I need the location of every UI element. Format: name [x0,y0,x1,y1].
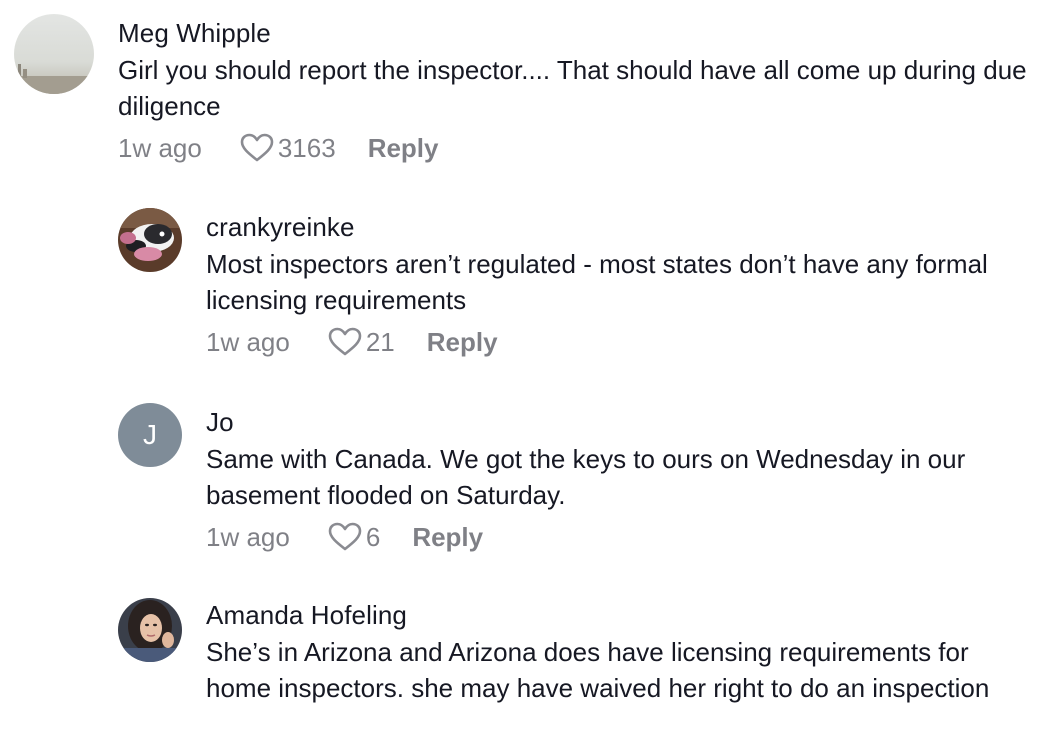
avatar[interactable]: J [118,403,182,467]
heart-outline-icon [328,327,362,356]
like-button[interactable]: 3163 [240,133,336,164]
comment-body: crankyreinke Most inspectors aren’t regu… [206,212,1034,362]
avatar[interactable] [118,208,182,272]
comment-text: She’s in Arizona and Arizona does have l… [206,637,990,703]
like-count: 21 [365,326,395,357]
comment-body: Amanda Hofeling She’s in Arizona and Ari… [206,600,1034,706]
reply-button[interactable]: Reply [412,522,483,553]
avatar-initial: J [143,419,157,450]
comment-text: Most inspectors aren’t regulated - most … [206,249,988,315]
comment-author[interactable]: Amanda Hofeling [206,600,1034,630]
comment-text: Same with Canada. We got the keys to our… [206,444,966,510]
comment-time: 1w ago [118,132,202,163]
heart-outline-icon [240,133,274,162]
like-button[interactable]: 6 [328,522,380,553]
comment-text: Girl you should report the inspector....… [118,55,1027,121]
comment-author[interactable]: Jo [206,407,1034,437]
comment-time: 1w ago [206,521,290,552]
comment-author[interactable]: crankyreinke [206,212,1034,242]
comment-body: Meg Whipple Girl you should report the i… [118,18,1034,168]
heart-outline-icon [328,522,362,551]
avatar[interactable] [118,598,182,662]
comment-time: 1w ago [206,326,290,357]
comment-body: Jo Same with Canada. We got the keys to … [206,407,1034,557]
like-count: 6 [365,521,381,552]
like-button[interactable]: 21 [328,327,395,358]
comment-meta: 1w ago 3163 Reply [118,128,1034,168]
like-count: 3163 [277,132,336,163]
comment-author[interactable]: Meg Whipple [118,18,1034,48]
avatar[interactable] [14,14,94,94]
comment-meta: 1w ago 6 Reply [206,517,1034,557]
reply-button[interactable]: Reply [368,133,439,164]
reply-button[interactable]: Reply [427,327,498,358]
comment-meta: 1w ago 21 Reply [206,322,1034,362]
